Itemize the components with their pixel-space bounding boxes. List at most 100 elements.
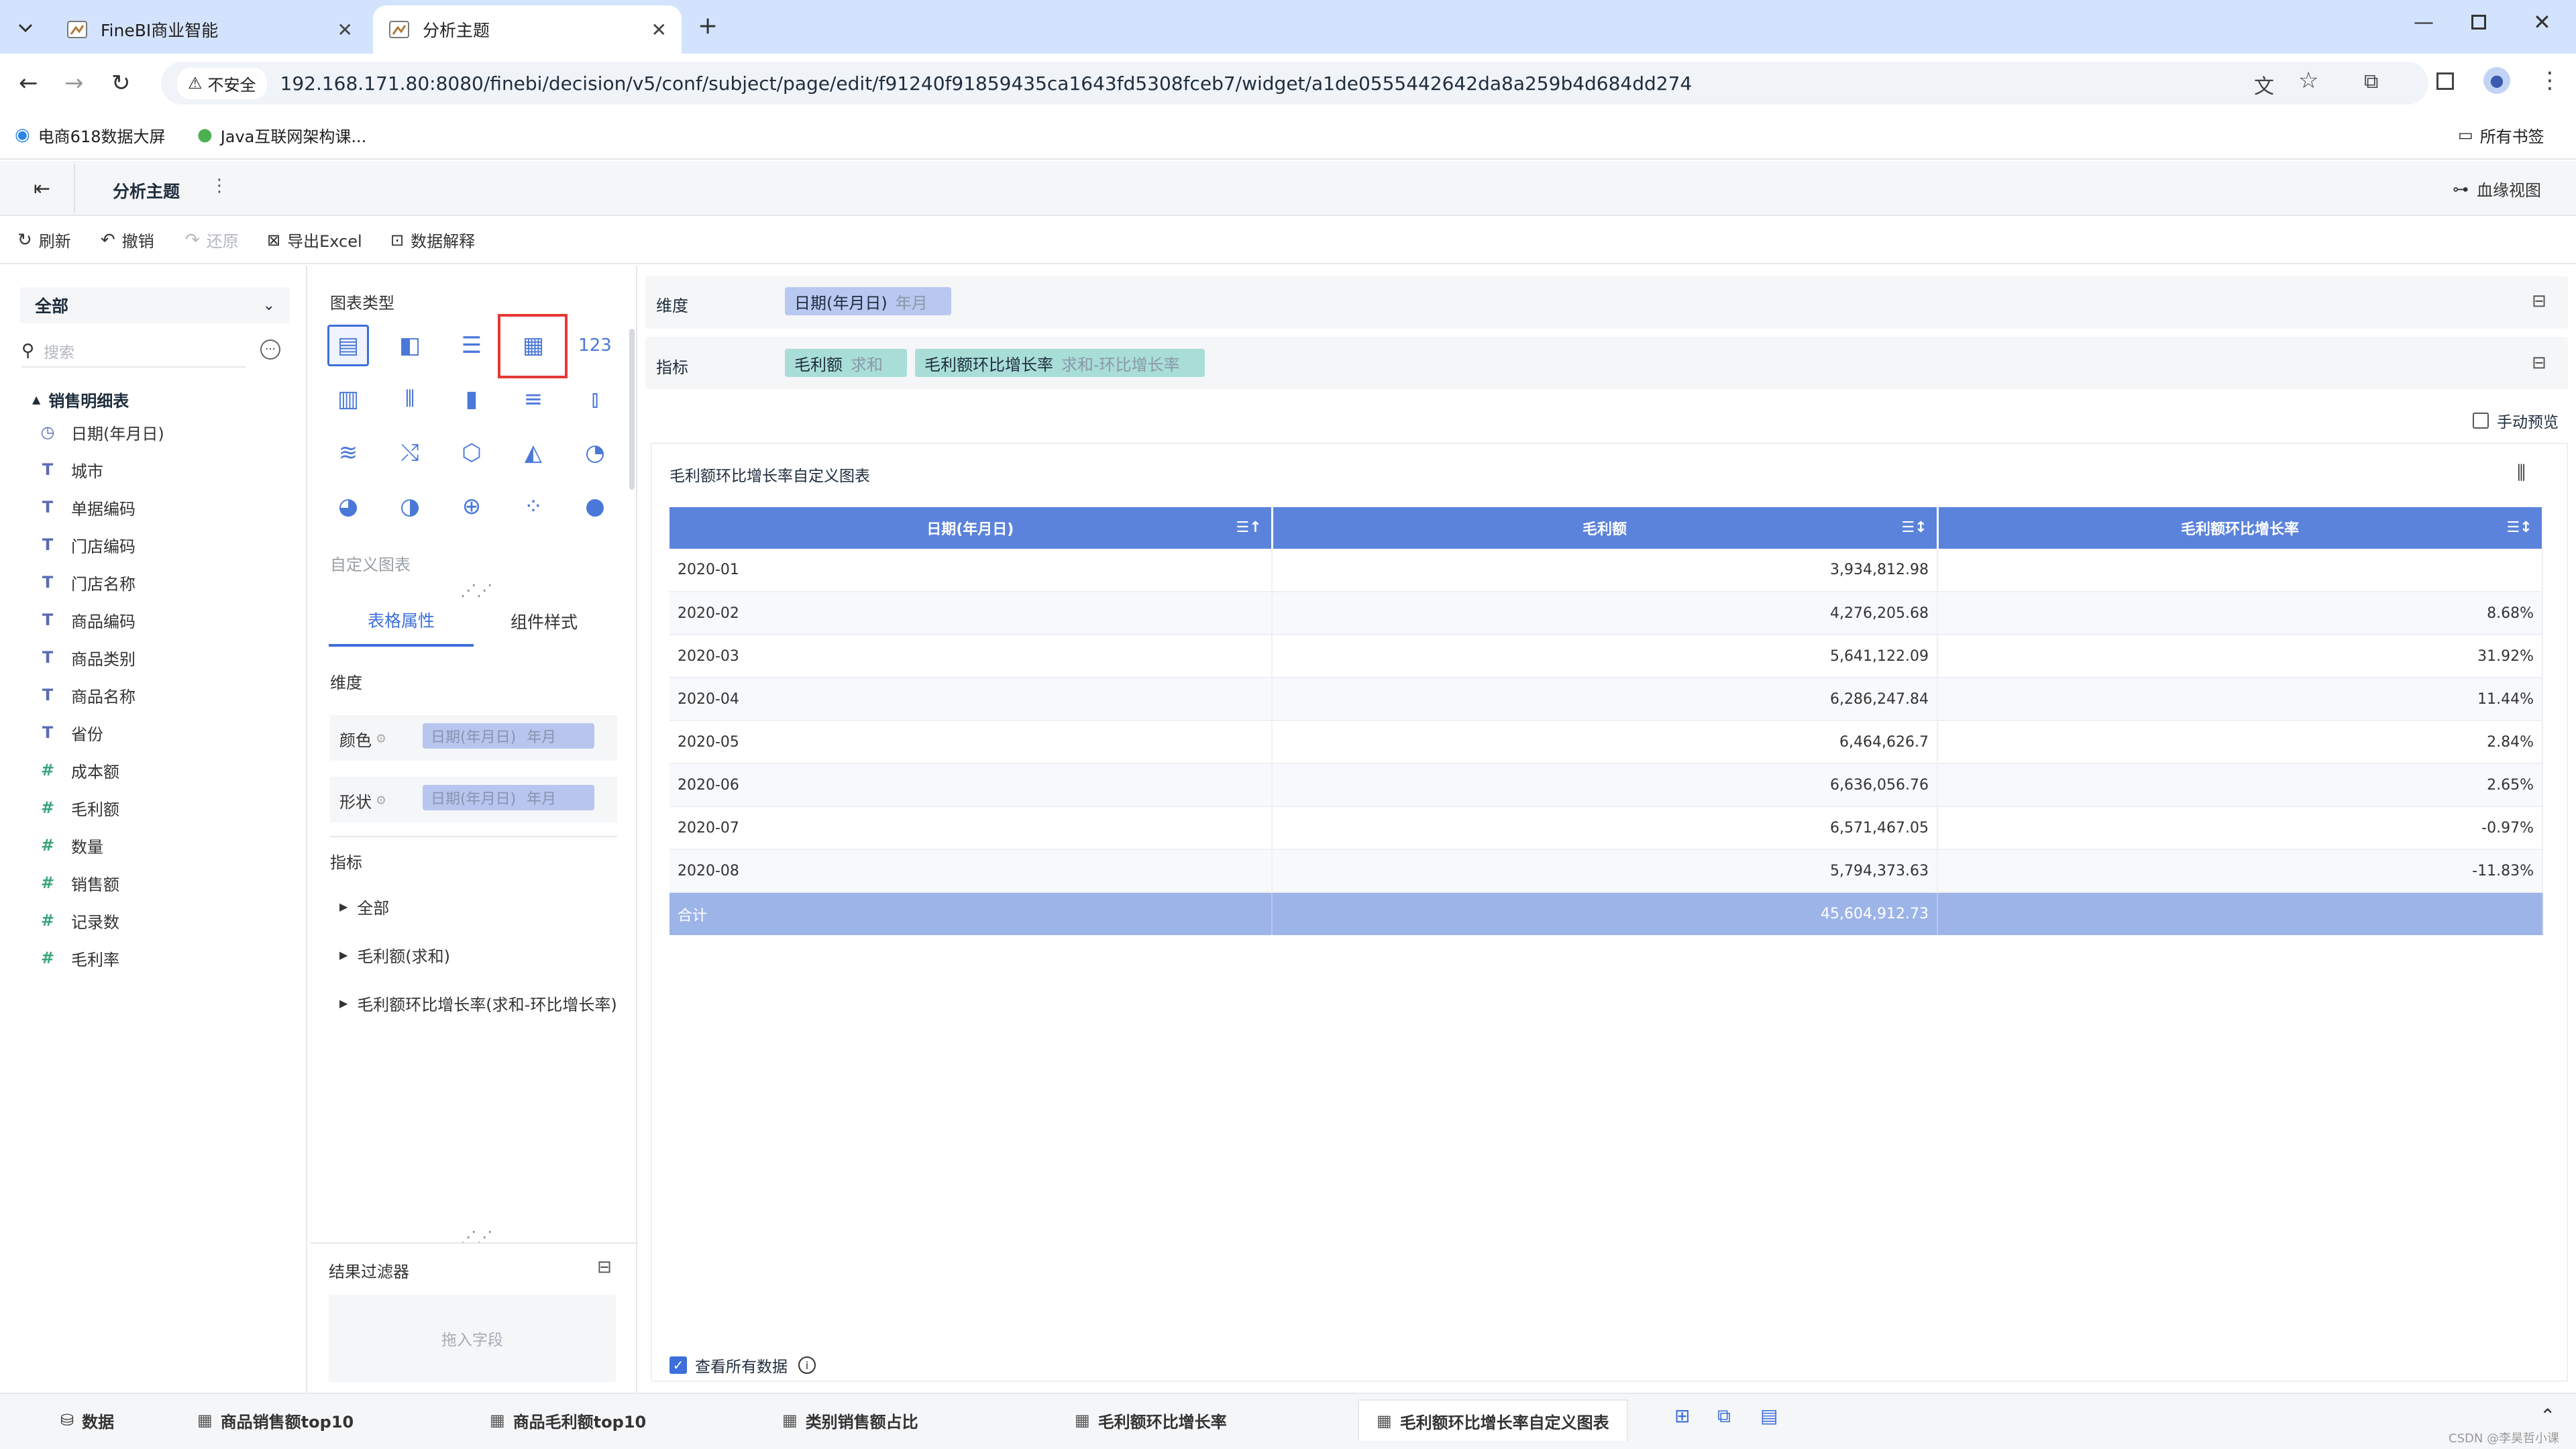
scope-select[interactable]: 全部 ⌄ [20, 287, 290, 323]
settings-icon[interactable]: ⚙ [376, 732, 386, 746]
more-icon[interactable]: ⋯ [260, 339, 280, 360]
field-item[interactable]: # 数量 [38, 832, 103, 859]
refresh-button[interactable]: ↻ 刷新 [17, 228, 71, 252]
column-header-profit[interactable]: 毛利额 ☰↕ [1272, 507, 1939, 549]
field-item[interactable]: T 门店编码 [38, 531, 136, 558]
export-excel-button[interactable]: ⊠ 导出Excel [267, 228, 362, 252]
field-item[interactable]: T 商品名称 [38, 682, 136, 708]
browser-tab-finebi[interactable]: FineBI商业智能 ✕ [51, 5, 368, 54]
menu-kebab-icon[interactable]: ⋮ [2538, 67, 2561, 94]
sort-icon[interactable]: ☰↑ [1236, 519, 1261, 536]
side-panel-icon[interactable] [2436, 72, 2454, 90]
manual-preview-toggle[interactable]: 手动预览 [2473, 409, 2559, 432]
maximize-icon[interactable] [2471, 15, 2486, 30]
bubble-icon[interactable]: ● [574, 486, 616, 527]
grouped-table-icon[interactable]: ◧ [389, 325, 431, 366]
field-item[interactable]: # 成本额 [38, 757, 119, 784]
lineage-view-button[interactable]: ⊶ 血缘视图 [2453, 177, 2541, 201]
security-chip[interactable]: ⚠ 不安全 [177, 67, 267, 99]
sort-icon[interactable]: ☰↕ [1901, 519, 1927, 536]
gauge-icon[interactable]: ◔ [574, 432, 616, 474]
bottom-tab-data[interactable]: ⛁ 数据 [60, 1399, 114, 1441]
bottom-tab-component[interactable]: ▦ 商品销售额top10 [197, 1399, 354, 1441]
rose-line-icon[interactable]: ⤭ [389, 432, 431, 474]
field-search[interactable]: ⚲ 搜索 [21, 335, 246, 368]
waterfall-icon[interactable]: ⫾ [574, 378, 616, 420]
radar-icon[interactable]: ⬡ [451, 432, 492, 474]
minimize-icon[interactable]: — [2414, 11, 2434, 34]
bookmark-item[interactable]: ● Java互联网架构课... [197, 119, 366, 150]
translate-icon[interactable]: 文 [2254, 70, 2274, 99]
kpi-number-icon[interactable]: 123 [574, 325, 616, 366]
bookmark-star-icon[interactable]: ☆ [2298, 67, 2318, 94]
metric-tag-growth[interactable]: 毛利额环比增长率 求和-环比增长率 [915, 349, 1205, 377]
globe-map-icon[interactable]: ⊕ [451, 486, 492, 527]
field-item[interactable]: # 毛利额 [38, 794, 119, 821]
info-icon[interactable]: i [798, 1356, 816, 1374]
data-explain-button[interactable]: ⊡ 数据解释 [390, 228, 475, 252]
more-options-icon[interactable]: ⋮ [211, 176, 228, 196]
column-header-date[interactable]: 日期(年月日) ☰↑ [669, 507, 1273, 549]
window-close-icon[interactable]: ✕ [2533, 9, 2551, 35]
table-node[interactable]: ▲ 销售明细表 [32, 388, 129, 411]
scatter-icon[interactable]: ⁘ [513, 486, 554, 527]
profile-icon[interactable]: ● [2483, 67, 2510, 94]
checkbox-checked-icon[interactable]: ✓ [669, 1356, 687, 1374]
forward-icon[interactable]: → [64, 70, 84, 97]
shape-dimension-pill[interactable]: 日期(年月日) 年月 [423, 785, 594, 810]
column-header-growth[interactable]: 毛利额环比增长率 ☰↕ [1937, 507, 2544, 549]
pie-chart-icon[interactable]: ◕ [327, 486, 369, 527]
multi-bar-icon[interactable]: ⦀ [389, 378, 431, 420]
view-all-data-toggle[interactable]: ✓ 查看所有数据 i [669, 1354, 816, 1377]
stacked-bar-icon[interactable]: ▥ [327, 378, 369, 420]
settings-icon[interactable]: ⚙ [376, 794, 386, 808]
extensions-icon[interactable]: ⧉ [2364, 70, 2378, 93]
field-item[interactable]: T 商品编码 [38, 606, 136, 633]
field-item[interactable]: T 门店名称 [38, 569, 136, 596]
checkbox-unchecked[interactable] [2473, 413, 2489, 429]
reload-icon[interactable]: ↻ [111, 70, 131, 97]
field-item[interactable]: T 单据编码 [38, 494, 136, 521]
url-field[interactable]: ⚠ 不安全 192.168.171.80:8080/finebi/decisio… [161, 62, 2428, 105]
tab-search-icon[interactable] [12, 15, 39, 42]
add-component-icon[interactable]: ⊞ [1674, 1405, 1690, 1427]
sort-icon[interactable]: ☰↕ [2506, 519, 2532, 536]
undo-button[interactable]: ↶ 撤销 [101, 228, 154, 252]
bottom-tab-component[interactable]: ▦ 商品毛利额top10 [490, 1399, 646, 1441]
bookmark-item[interactable]: ◉ 电商618数据大屏 [15, 119, 166, 150]
metric-tag-profit[interactable]: 毛利额 求和 [785, 349, 907, 377]
field-item[interactable]: T 省份 [38, 719, 103, 746]
redo-button[interactable]: ↷ 还原 [185, 228, 239, 252]
all-bookmarks[interactable]: ▭ 所有书签 [2458, 119, 2544, 150]
detail-table-icon[interactable]: ☰ [451, 325, 492, 366]
back-icon[interactable]: ← [19, 70, 38, 97]
tab-table-properties[interactable]: 表格属性 [329, 596, 474, 647]
close-tab-icon[interactable]: ✕ [337, 19, 353, 41]
field-item[interactable]: # 销售额 [38, 869, 119, 896]
column-chart-icon[interactable]: ▮ [451, 378, 492, 420]
bar-chart-icon[interactable]: ≡ [513, 378, 554, 420]
lock-icon[interactable]: ⊟ [2532, 353, 2546, 373]
add-report-icon[interactable]: ▤ [1760, 1405, 1778, 1427]
metric-item-profit[interactable]: ▶ 毛利额(求和) [339, 943, 450, 967]
bottom-tab-component[interactable]: ▦ 毛利额环比增长率 [1075, 1399, 1227, 1441]
dimension-tag[interactable]: 日期(年月日) 年月 [785, 287, 951, 315]
area-chart-icon[interactable]: ◭ [513, 432, 554, 474]
field-item[interactable]: # 毛利率 [38, 945, 119, 971]
table-chart-icon[interactable]: ▤ [327, 325, 369, 366]
metric-item-all[interactable]: ▶ 全部 [339, 895, 389, 918]
collapse-icon[interactable]: ⌃ [2540, 1405, 2555, 1427]
scrollbar[interactable] [629, 329, 635, 490]
add-dashboard-icon[interactable]: ⧉ [1717, 1405, 1731, 1428]
bottom-tab-component-active[interactable]: ▦ 毛利额环比增长率自定义图表 [1358, 1399, 1628, 1441]
line-chart-icon[interactable]: ≋ [327, 432, 369, 474]
field-item[interactable]: ◷ 日期(年月日) [38, 419, 164, 445]
exit-icon[interactable]: ⇤ [34, 177, 50, 201]
tab-component-style[interactable]: 组件样式 [474, 596, 614, 647]
new-tab-icon[interactable]: + [698, 12, 718, 40]
close-tab-icon[interactable]: ✕ [651, 19, 667, 41]
filter-drop-zone[interactable]: 拖入字段 [329, 1295, 616, 1382]
chart-settings-icon[interactable]: ⫼ [2517, 462, 2526, 484]
lock-icon[interactable]: ⊟ [2532, 291, 2546, 311]
bottom-tab-component[interactable]: ▦ 类别销售额占比 [782, 1399, 918, 1441]
